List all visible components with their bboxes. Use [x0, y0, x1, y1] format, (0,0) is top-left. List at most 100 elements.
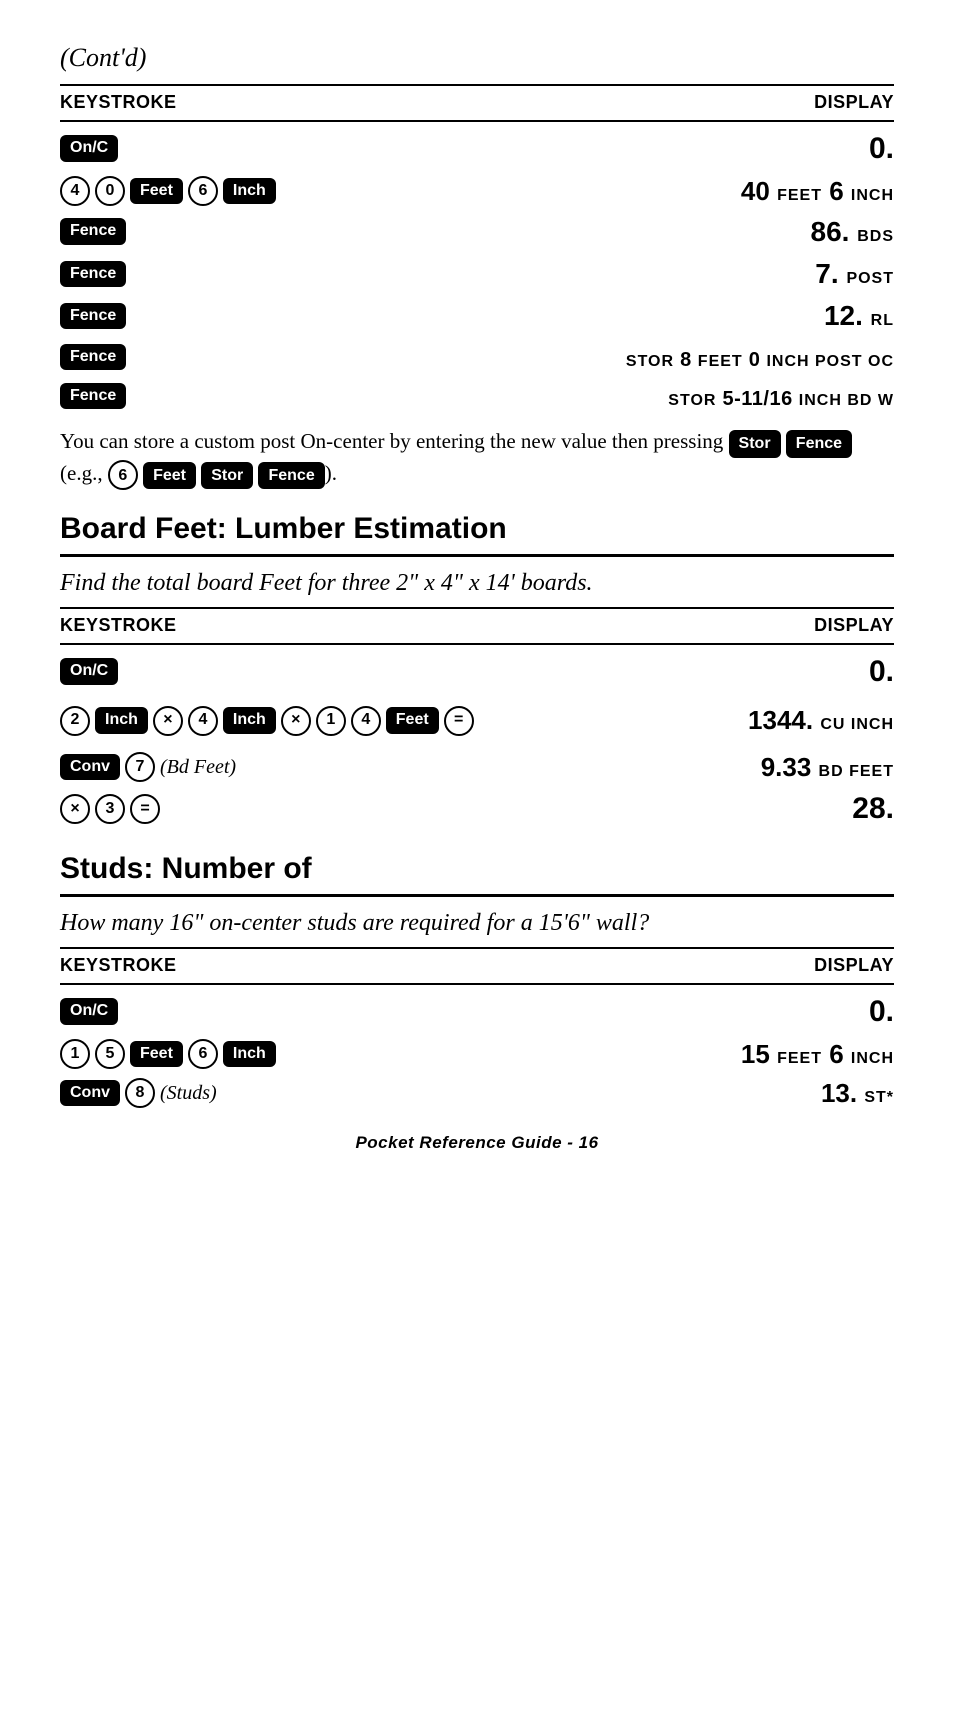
fence-key[interactable]: Fence [786, 430, 852, 457]
keystroke-cell: 2 Inch × 4 Inch × 1 4 Feet = [60, 706, 474, 736]
inch-key[interactable]: Inch [223, 1041, 276, 1067]
table-row: 2 Inch × 4 Inch × 1 4 Feet = 1344. CU IN… [60, 696, 894, 746]
display-cell: 28. [160, 788, 894, 830]
table-row: Fence 12. RL [60, 296, 894, 335]
fence-key[interactable]: Fence [60, 303, 126, 329]
section3-table: KEYSTROKE DISPLAY On/C 0. 1 5 Feet 6 Inc… [60, 947, 894, 1111]
feet-key[interactable]: Feet [130, 178, 183, 204]
key-0[interactable]: 0 [95, 176, 125, 206]
equals-key[interactable]: = [444, 706, 474, 736]
keystroke-header: KEYSTROKE [60, 953, 177, 978]
equals-key[interactable]: = [130, 794, 160, 824]
section1-table: KEYSTROKE DISPLAY On/C 0. 4 0 Feet 6 Inc… [60, 84, 894, 414]
fence-key[interactable]: Fence [60, 218, 126, 244]
keystroke-cell: Fence [60, 344, 126, 370]
key-5[interactable]: 5 [95, 1039, 125, 1069]
inch-key[interactable]: Inch [223, 178, 276, 204]
key-3[interactable]: 3 [95, 794, 125, 824]
multiply-key[interactable]: × [281, 706, 311, 736]
keystroke-cell: 1 5 Feet 6 Inch [60, 1039, 276, 1069]
keystroke-cell: On/C [60, 998, 118, 1024]
display-cell: 0. [118, 991, 894, 1033]
inch-key[interactable]: Inch [223, 707, 276, 733]
onc-key[interactable]: On/C [60, 998, 118, 1024]
key-6[interactable]: 6 [188, 1039, 218, 1069]
key-7[interactable]: 7 [125, 752, 155, 782]
keystroke-cell: On/C [60, 658, 118, 684]
stor-key[interactable]: Stor [729, 430, 781, 457]
display-cell: 7. POST [126, 254, 894, 293]
display-cell: 0. [118, 651, 894, 693]
table-row: 4 0 Feet 6 Inch 40 FEET 6 INCH [60, 173, 894, 209]
bd-feet-label: (Bd Feet) [160, 753, 236, 781]
display-cell: 12. RL [126, 296, 894, 335]
key-2[interactable]: 2 [60, 706, 90, 736]
board-feet-intro: Find the total board Feet for three 2" x… [60, 567, 894, 599]
keystroke-cell: Fence [60, 383, 126, 409]
multiply-key[interactable]: × [153, 706, 183, 736]
conv-key[interactable]: Conv [60, 1080, 120, 1106]
multiply-key[interactable]: × [60, 794, 90, 824]
section2-table: KEYSTROKE DISPLAY On/C 0. 2 Inch × 4 Inc… [60, 607, 894, 830]
table-row: Fence 86. BDS [60, 212, 894, 251]
col-headers-3: KEYSTROKE DISPLAY [60, 947, 894, 984]
keystroke-cell: Fence [60, 303, 126, 329]
key-1[interactable]: 1 [60, 1039, 90, 1069]
keystroke-cell: × 3 = [60, 794, 160, 824]
stor-key[interactable]: Stor [201, 462, 253, 489]
display-cell: 9.33 BD FEET [236, 749, 894, 785]
display-cell: STOR 8 FEET 0 INCH POST OC [126, 339, 894, 375]
key-1[interactable]: 1 [316, 706, 346, 736]
keystroke-cell: Fence [60, 261, 126, 287]
footer: Pocket Reference Guide - 16 [60, 1131, 894, 1155]
onc-key[interactable]: On/C [60, 658, 118, 684]
keystroke-header: KEYSTROKE [60, 90, 177, 115]
table-row: Fence 7. POST [60, 254, 894, 293]
table-row: Conv 7 (Bd Feet) 9.33 BD FEET [60, 749, 894, 785]
keystroke-cell: Conv 7 (Bd Feet) [60, 752, 236, 782]
table-row: Fence STOR 8 FEET 0 INCH POST OC [60, 339, 894, 375]
table-row: Fence STOR 5-11/16 INCH BD W [60, 378, 894, 414]
inch-key[interactable]: Inch [95, 707, 148, 733]
keystroke-cell: On/C [60, 135, 118, 161]
display-header: DISPLAY [814, 613, 894, 638]
custom-post-paragraph: You can store a custom post On-center by… [60, 426, 894, 490]
display-cell: 15 FEET 6 INCH [276, 1036, 894, 1072]
col-headers-1: KEYSTROKE DISPLAY [60, 84, 894, 121]
key-8[interactable]: 8 [125, 1078, 155, 1108]
display-header: DISPLAY [814, 953, 894, 978]
display-cell: 0. [118, 128, 894, 170]
fence-key[interactable]: Fence [60, 261, 126, 287]
key-6[interactable]: 6 [188, 176, 218, 206]
display-cell: 86. BDS [126, 212, 894, 251]
board-feet-heading: Board Feet: Lumber Estimation [60, 508, 894, 557]
display-cell: 13. ST* [217, 1075, 894, 1111]
onc-key[interactable]: On/C [60, 135, 118, 161]
fence-key[interactable]: Fence [60, 383, 126, 409]
fence-key[interactable]: Fence [258, 462, 324, 489]
display-cell: STOR 5-11/16 INCH BD W [126, 378, 894, 414]
key-6[interactable]: 6 [108, 460, 138, 490]
studs-intro: How many 16" on-center studs are require… [60, 907, 894, 939]
display-header: DISPLAY [814, 90, 894, 115]
key-4[interactable]: 4 [60, 176, 90, 206]
keystroke-cell: Conv 8 (Studs) [60, 1078, 217, 1108]
display-cell: 1344. CU INCH [474, 702, 894, 738]
feet-key[interactable]: Feet [143, 462, 196, 489]
table-row: × 3 = 28. [60, 788, 894, 830]
table-row: On/C 0. [60, 651, 894, 693]
key-4b[interactable]: 4 [351, 706, 381, 736]
cont-label: (Cont'd) [60, 40, 894, 76]
conv-key[interactable]: Conv [60, 754, 120, 780]
table-row: Conv 8 (Studs) 13. ST* [60, 1075, 894, 1111]
studs-label: (Studs) [160, 1079, 217, 1107]
feet-key[interactable]: Feet [386, 707, 439, 733]
fence-key[interactable]: Fence [60, 344, 126, 370]
feet-key[interactable]: Feet [130, 1041, 183, 1067]
key-4[interactable]: 4 [188, 706, 218, 736]
table-row: On/C 0. [60, 991, 894, 1033]
table-row: 1 5 Feet 6 Inch 15 FEET 6 INCH [60, 1036, 894, 1072]
keystroke-header: KEYSTROKE [60, 613, 177, 638]
col-headers-2: KEYSTROKE DISPLAY [60, 607, 894, 644]
display-cell: 40 FEET 6 INCH [276, 173, 894, 209]
